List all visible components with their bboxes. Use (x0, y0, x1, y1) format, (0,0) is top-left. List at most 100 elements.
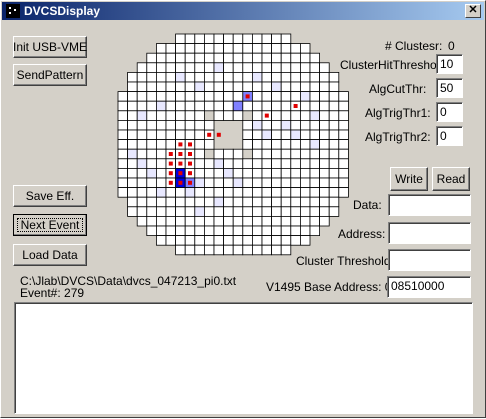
alg-cut-thr-field[interactable]: 50 (436, 78, 463, 98)
calorimeter-cell[interactable] (127, 158, 138, 169)
calorimeter-cell[interactable] (299, 196, 311, 208)
calorimeter-cell[interactable] (328, 110, 340, 121)
calorimeter-cell[interactable] (338, 158, 349, 169)
calorimeter-cell[interactable] (146, 129, 157, 141)
calorimeter-cell[interactable] (251, 187, 263, 198)
calorimeter-cell[interactable] (290, 148, 301, 160)
calorimeter-cell[interactable] (117, 100, 129, 112)
calorimeter-cell[interactable] (319, 129, 330, 141)
calorimeter-cell[interactable] (251, 225, 263, 237)
calorimeter-cell[interactable] (146, 167, 157, 179)
calorimeter-cell[interactable] (319, 81, 330, 93)
calorimeter-cell[interactable] (155, 52, 167, 64)
calorimeter-cell[interactable] (194, 110, 205, 121)
calorimeter-cell[interactable] (251, 52, 263, 64)
calorimeter-cell[interactable] (261, 100, 273, 112)
calorimeter-cell[interactable] (299, 120, 311, 131)
calorimeter-cell[interactable] (155, 129, 167, 141)
calorimeter-cell[interactable] (242, 196, 253, 208)
calorimeter-cell[interactable] (319, 177, 330, 189)
calorimeter-cell[interactable] (146, 52, 157, 64)
calorimeter-cell[interactable] (242, 158, 253, 169)
calorimeter-cell[interactable] (280, 129, 292, 141)
calorimeter-cell[interactable] (299, 158, 311, 169)
calorimeter-cell[interactable] (146, 158, 157, 169)
calorimeter-cell[interactable] (261, 158, 273, 169)
calorimeter-cell[interactable] (328, 129, 340, 141)
calorimeter-cell[interactable] (271, 110, 282, 121)
calorimeter-cell[interactable] (165, 43, 177, 54)
calorimeter-cell[interactable] (223, 100, 234, 112)
calorimeter-cell[interactable] (146, 196, 157, 208)
calorimeter-cell[interactable] (184, 244, 196, 256)
calorimeter-cell[interactable] (338, 187, 349, 198)
calorimeter-cell[interactable] (271, 206, 282, 217)
calorimeter-cell[interactable] (146, 62, 157, 73)
calorimeter-cell[interactable] (290, 196, 301, 208)
calorimeter-cell[interactable] (117, 187, 129, 198)
calorimeter-cell[interactable] (261, 215, 273, 227)
calorimeter-cell[interactable] (328, 158, 340, 169)
calorimeter-cell[interactable] (242, 139, 253, 150)
calorimeter-cell[interactable] (328, 196, 340, 208)
calorimeter-cell[interactable] (299, 139, 311, 150)
calorimeter-cell[interactable] (299, 62, 311, 73)
calorimeter-cell[interactable] (213, 43, 225, 54)
calorimeter-cell[interactable] (203, 72, 215, 83)
calorimeter-cell[interactable] (299, 206, 311, 217)
calorimeter-cell[interactable] (175, 225, 186, 237)
calorimeter-cell[interactable] (280, 167, 292, 179)
calorimeter-cell[interactable] (280, 148, 292, 160)
calorimeter-cell[interactable] (146, 100, 157, 112)
calorimeter-cell[interactable] (328, 72, 340, 83)
calorimeter-cell[interactable] (290, 91, 301, 102)
calorimeter-cell[interactable] (146, 91, 157, 102)
calorimeter-cell[interactable] (203, 100, 215, 112)
calorimeter-cell[interactable] (155, 196, 167, 208)
calorimeter-cell[interactable] (194, 91, 205, 102)
calorimeter-cell[interactable] (299, 81, 311, 93)
calorimeter-cell[interactable] (309, 177, 321, 189)
calorimeter-cell[interactable] (299, 215, 311, 227)
calorimeter-cell[interactable] (271, 91, 282, 102)
calorimeter-cell[interactable] (184, 215, 196, 227)
calorimeter-cell[interactable] (261, 187, 273, 198)
calorimeter-cell[interactable] (175, 100, 186, 112)
calorimeter-cell[interactable] (242, 177, 253, 189)
calorimeter-cell[interactable] (155, 206, 167, 217)
calorimeter-cell[interactable] (127, 100, 138, 112)
calorimeter-cell[interactable] (271, 187, 282, 198)
calorimeter-cell[interactable] (261, 72, 273, 83)
calorimeter-cell[interactable] (309, 225, 321, 237)
calorimeter-cell[interactable] (232, 167, 244, 179)
calorimeter-cell[interactable] (213, 158, 225, 169)
calorimeter-cell[interactable] (175, 129, 186, 141)
calorimeter-cell[interactable] (242, 72, 253, 83)
calorimeter-cell[interactable] (127, 139, 138, 150)
data-field[interactable] (388, 194, 471, 216)
calorimeter-cell[interactable] (155, 72, 167, 83)
calorimeter-cell[interactable] (136, 110, 148, 121)
calorimeter-cell[interactable] (223, 110, 234, 121)
calorimeter-cell[interactable] (184, 110, 196, 121)
calorimeter-cell[interactable] (242, 43, 253, 54)
calorimeter-cell[interactable] (127, 120, 138, 131)
calorimeter-cell[interactable] (261, 148, 273, 160)
calorimeter-cell[interactable] (251, 158, 263, 169)
calorimeter-cell[interactable] (261, 33, 273, 45)
calorimeter-cell[interactable] (309, 120, 321, 131)
calorimeter-cell[interactable] (194, 129, 205, 141)
calorimeter-cell[interactable] (309, 139, 321, 150)
calorimeter-cell[interactable] (251, 100, 263, 112)
calorimeter-cell[interactable] (146, 215, 157, 227)
calorimeter-cell[interactable] (194, 158, 205, 169)
calorimeter-cell[interactable] (280, 244, 292, 256)
calorimeter-cell[interactable] (338, 177, 349, 189)
calorimeter-cell[interactable] (223, 235, 234, 246)
calorimeter-cell[interactable] (261, 225, 273, 237)
calorimeter-cell[interactable] (194, 215, 205, 227)
calorimeter-cell[interactable] (280, 235, 292, 246)
calorimeter-cell[interactable] (136, 206, 148, 217)
calorimeter-cell[interactable] (203, 139, 215, 150)
calorimeter-cell[interactable] (127, 167, 138, 179)
